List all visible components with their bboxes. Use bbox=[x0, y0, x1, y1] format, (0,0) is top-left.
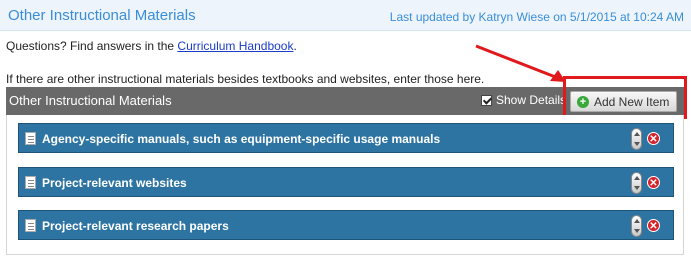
show-details-toggle[interactable]: Show Details bbox=[481, 93, 566, 107]
page-title: Other Instructional Materials bbox=[8, 7, 196, 24]
help-prefix: Questions? Find answers in the bbox=[6, 39, 178, 53]
close-x-icon[interactable]: ✕ bbox=[647, 132, 660, 145]
close-x-icon[interactable]: ✕ bbox=[647, 176, 660, 189]
curriculum-handbook-link[interactable]: Curriculum Handbook bbox=[177, 39, 293, 53]
document-edit-icon bbox=[25, 132, 36, 145]
page-header: Other Instructional Materials Last updat… bbox=[0, 0, 691, 31]
up-down-arrow-icon[interactable] bbox=[631, 172, 642, 194]
document-edit-icon bbox=[25, 219, 36, 232]
items-panel: Agency-specific manuals, such as equipme… bbox=[6, 115, 684, 255]
show-details-checkbox[interactable] bbox=[481, 94, 492, 106]
list-item[interactable]: Project-relevant research papers ✕ bbox=[18, 210, 674, 240]
up-down-arrow-icon[interactable] bbox=[631, 215, 642, 237]
list-item[interactable]: Project-relevant websites ✕ bbox=[18, 167, 674, 197]
show-details-label: Show Details bbox=[496, 93, 567, 107]
document-edit-icon bbox=[25, 176, 36, 189]
close-x-icon[interactable]: ✕ bbox=[647, 219, 660, 232]
item-label: Project-relevant websites bbox=[42, 176, 187, 190]
up-down-arrow-icon[interactable] bbox=[631, 128, 642, 150]
section-title: Other Instructional Materials bbox=[9, 93, 172, 108]
item-label: Project-relevant research papers bbox=[42, 219, 229, 233]
instructions-text: If there are other instructional materia… bbox=[6, 72, 485, 86]
annotation-highlight-box bbox=[563, 76, 687, 119]
help-suffix: . bbox=[293, 39, 297, 53]
item-label: Agency-specific manuals, such as equipme… bbox=[42, 132, 441, 146]
list-item[interactable]: Agency-specific manuals, such as equipme… bbox=[18, 123, 674, 153]
last-updated-text: Last updated by Katryn Wiese on 5/1/2015… bbox=[389, 10, 684, 24]
help-text: Questions? Find answers in the Curriculu… bbox=[6, 39, 297, 53]
